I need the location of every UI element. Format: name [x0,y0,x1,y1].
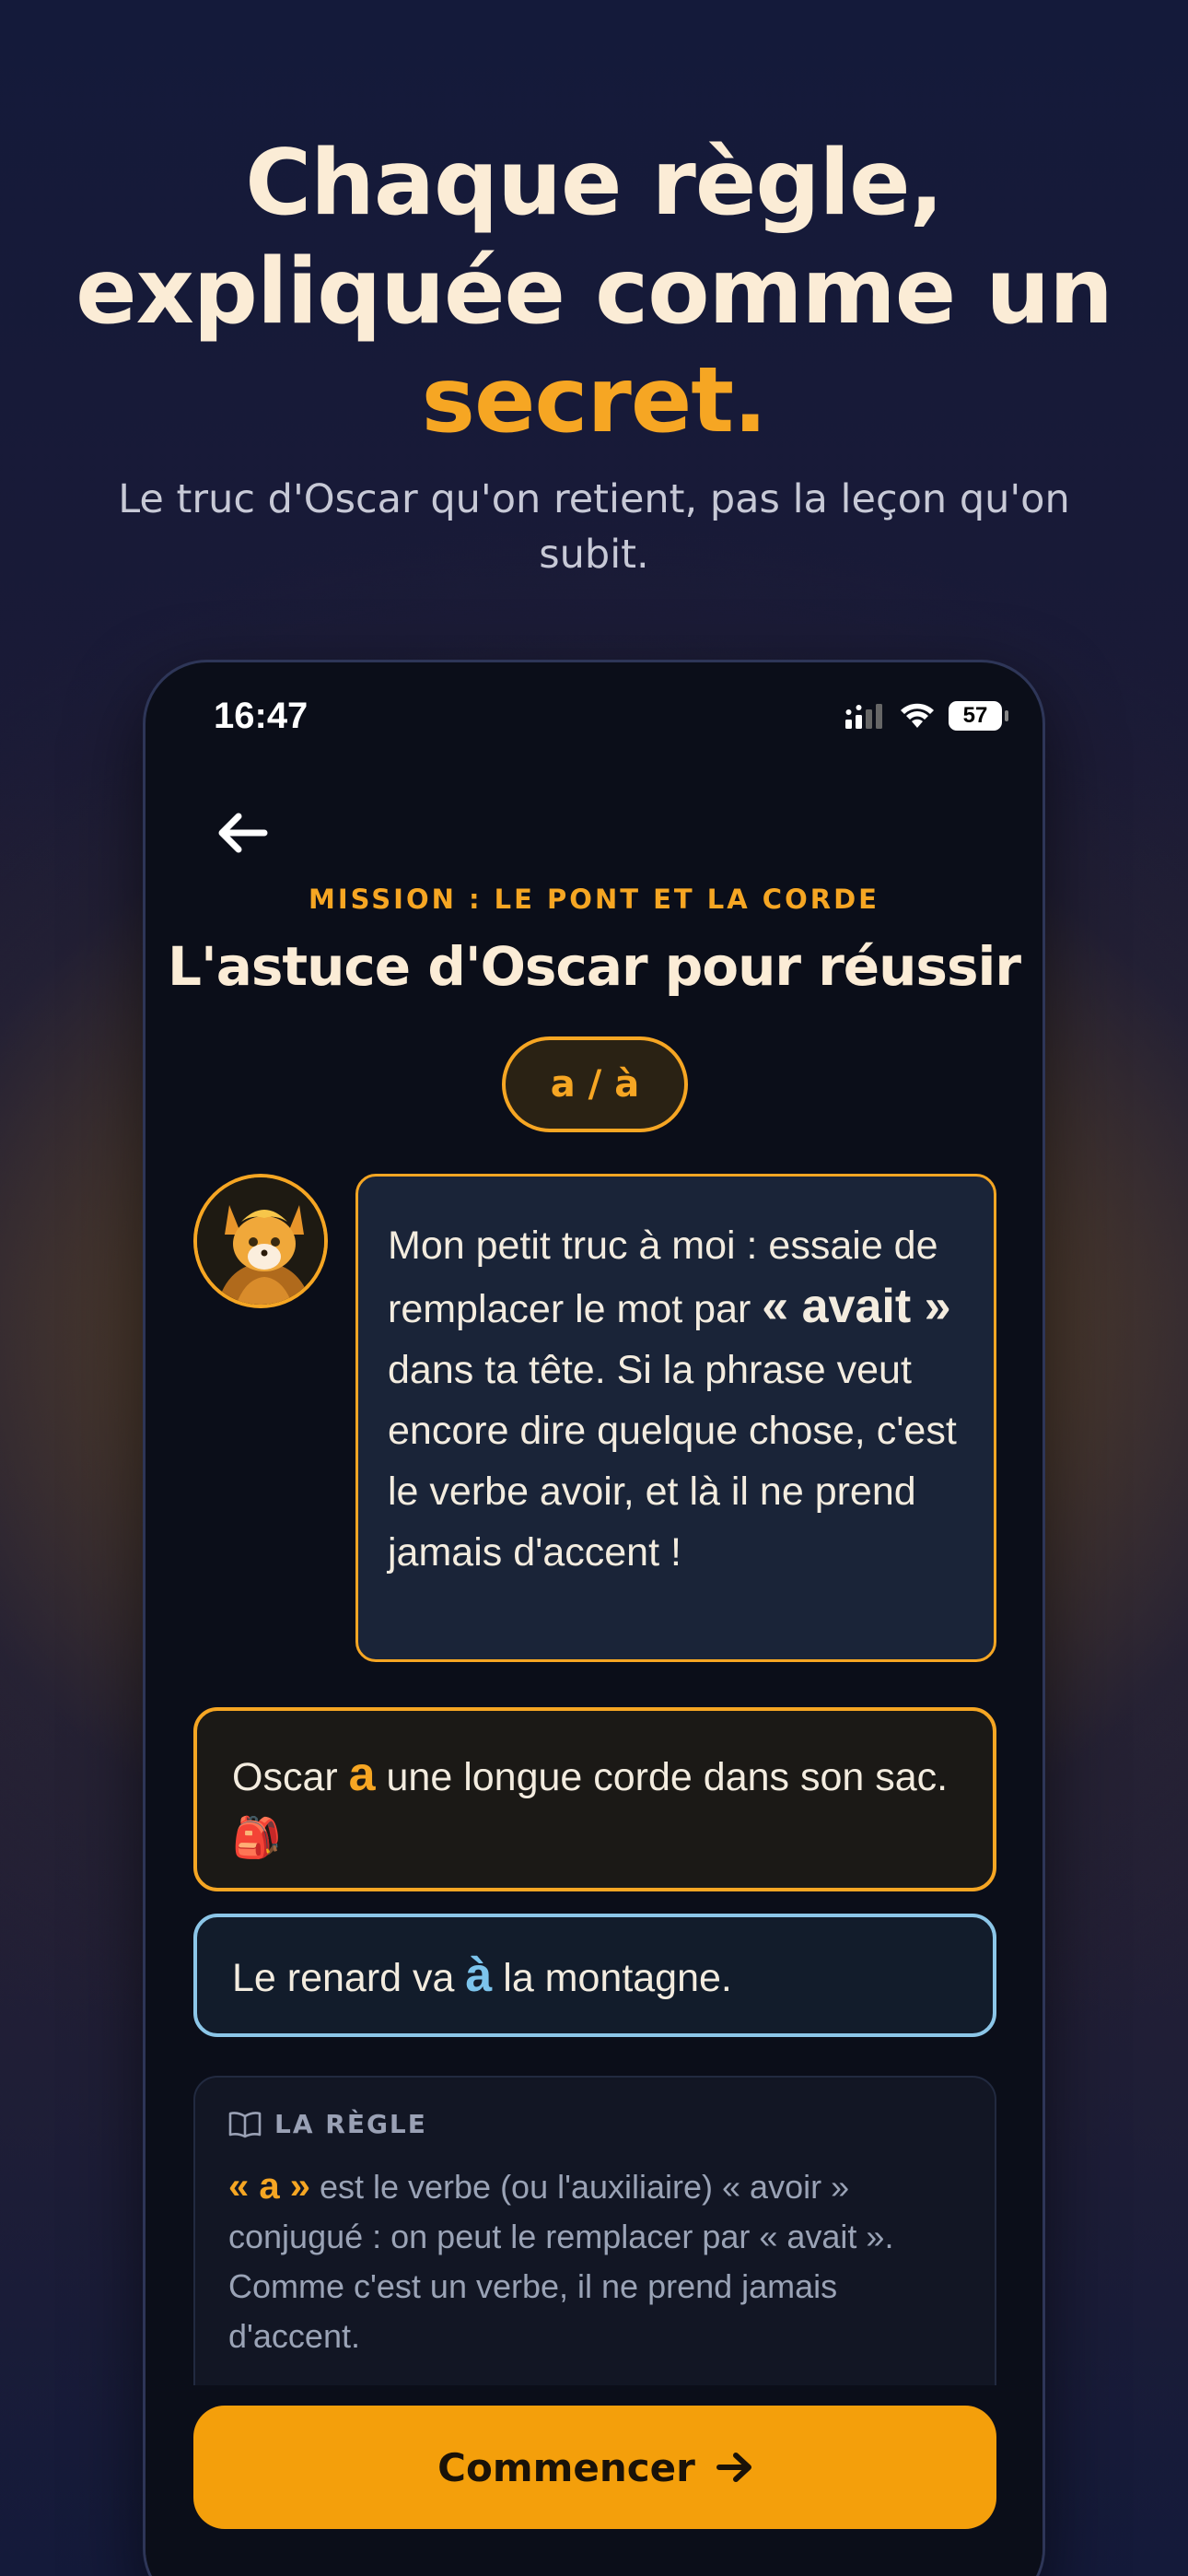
example-card-b: Le renard va à la montagne. [193,1914,996,2037]
bubble-emphasis: « avait » [762,1280,951,1333]
status-icons: 57 [845,701,1008,731]
back-button[interactable] [210,801,274,865]
status-bar: 16:47 57 [146,696,1042,751]
hero-title-line1: Chaque règle, [245,131,944,236]
rule-term: « a » [228,2166,310,2207]
phone-mockup: 16:47 57 MISSION : LE PONT ET LA CORDE L… [143,660,1045,2576]
rule-header: LA RÈGLE [228,2109,961,2139]
start-button-label: Commencer [437,2444,695,2490]
back-arrow-icon [218,813,268,853]
signal-icon [845,704,882,729]
screen-title: L'astuce d'Oscar pour réussir [168,935,1021,998]
arrow-right-icon [716,2453,751,2482]
fox-avatar [193,1174,328,1308]
rule-text: « a » est le verbe (ou l'auxiliaire) « a… [228,2161,961,2361]
example-b-before: Le renard va [232,1956,466,2000]
oscar-speech-bubble: Mon petit truc à moi : essaie de remplac… [355,1174,996,1662]
hero-title-line2: expliquée comme un [76,240,1113,345]
example-b-after: la montagne. [492,1956,732,2000]
bubble-text-part2: dans ta tête. Si la phrase veut encore d… [388,1348,957,1575]
book-icon [228,2111,262,2137]
hero-title: Chaque règle, expliquée comme un secret. [0,129,1188,455]
start-button[interactable]: Commencer [193,2406,996,2529]
rule-label: LA RÈGLE [274,2109,427,2139]
battery-icon: 57 [949,701,1008,731]
hero-title-accent: secret. [421,348,768,453]
example-a-highlight: a [348,1748,376,1801]
status-time: 16:47 [214,696,309,736]
hero-subtitle: Le truc d'Oscar qu'on retient, pas la le… [118,476,1070,578]
example-card-a: Oscar a une longue corde dans son sac. 🎒 [193,1707,996,1891]
bubble-text: Mon petit truc à moi : essaie de remplac… [388,1215,964,1583]
wifi-icon [901,703,934,728]
example-b-highlight: à [465,1949,493,2002]
example-a-before: Oscar [232,1755,349,1799]
mission-label: MISSION : LE PONT ET LA CORDE [309,884,879,915]
rule-pill: a / à [502,1036,688,1132]
rule-body: est le verbe (ou l'auxiliaire) « avoir »… [228,2168,894,2355]
